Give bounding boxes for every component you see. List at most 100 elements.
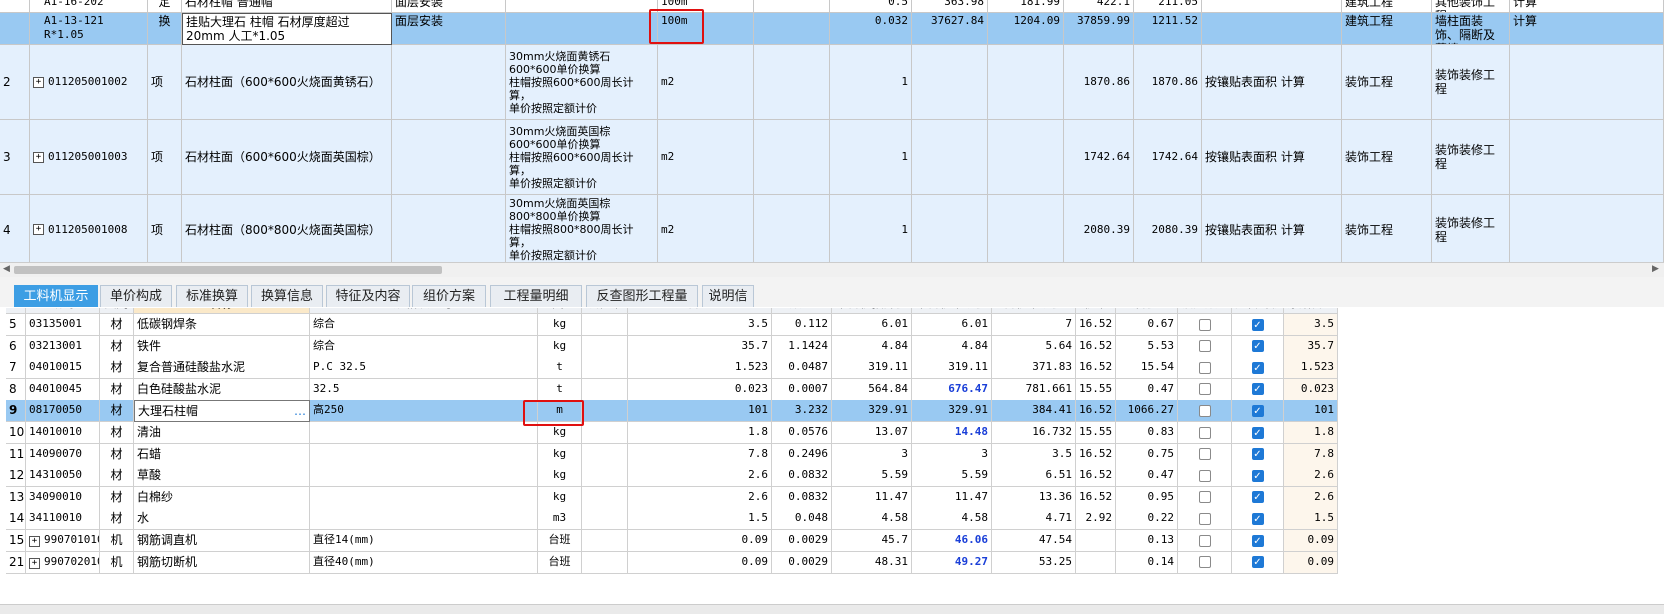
upper-cell-expr[interactable]: 按镶贴表面积 计算 <box>1202 120 1342 195</box>
cell-locked[interactable] <box>1178 443 1232 466</box>
cell-code[interactable]: +990702010 <box>26 551 100 574</box>
cell-loss[interactable] <box>582 422 628 444</box>
upper-cell-c4[interactable]: 1742.64 <box>1134 120 1202 195</box>
cell-pre[interactable]: 45.7 <box>832 530 912 552</box>
cell-locked[interactable] <box>1178 551 1232 574</box>
cell-cat[interactable]: 材 <box>100 378 134 401</box>
upper-cell-blank1[interactable] <box>754 120 830 195</box>
cell-content[interactable]: 0.09 <box>628 551 772 574</box>
upper-cell-unit[interactable]: 100m <box>658 0 754 13</box>
upper-cell-code[interactable]: A1-13-121 R*1.05 <box>30 13 148 45</box>
is-priced-checkbox[interactable]: ✓ <box>1251 448 1264 461</box>
cell-rate[interactable] <box>1076 530 1116 552</box>
upper-cell-c4[interactable]: 1211.52 <box>1134 13 1202 45</box>
upper-cell-qty[interactable]: 0.5 <box>830 0 912 13</box>
cell-orig[interactable]: 2.6 <box>1284 486 1338 509</box>
upper-cell-unit[interactable]: m2 <box>658 195 754 262</box>
expand-icon[interactable]: + <box>29 536 40 547</box>
cell-orig[interactable]: 0.023 <box>1284 378 1338 401</box>
upper-cell-blank1[interactable] <box>754 195 830 262</box>
is-priced-checkbox[interactable]: ✓ <box>1251 426 1264 439</box>
cell-qty[interactable]: 0.0832 <box>772 486 832 509</box>
cell-total[interactable]: 15.54 <box>1116 357 1178 380</box>
cell-qty[interactable]: 0.0576 <box>772 422 832 444</box>
lock-quantity-checkbox[interactable] <box>1198 318 1211 331</box>
cell-code[interactable]: 03135001 <box>26 314 100 336</box>
cell-total[interactable]: 0.47 <box>1116 378 1178 401</box>
cell-tax_mkt[interactable]: 7 <box>992 314 1076 336</box>
cell-spec[interactable]: 综合 <box>310 314 538 336</box>
is-priced-checkbox[interactable]: ✓ <box>1251 383 1264 396</box>
horizontal-scrollbar[interactable]: ◀ ▶ <box>0 262 1664 277</box>
is-priced-checkbox[interactable]: ✓ <box>1251 534 1264 547</box>
cell-rate[interactable]: 2.92 <box>1076 508 1116 531</box>
cell-orig[interactable]: 1.523 <box>1284 357 1338 380</box>
cell-rate[interactable]: 16.52 <box>1076 443 1116 466</box>
cell-unit[interactable]: 台班 <box>538 551 582 574</box>
scroll-right-icon[interactable]: ▶ <box>1652 264 1659 274</box>
upper-cell-major[interactable]: 装饰工程 <box>1342 195 1432 262</box>
upper-cell-unit[interactable]: m2 <box>658 45 754 120</box>
lock-quantity-checkbox[interactable] <box>1198 426 1211 439</box>
upper-cell-c3[interactable]: 1870.86 <box>1064 45 1134 120</box>
cell-name[interactable]: 白色硅酸盐水泥 <box>134 378 310 401</box>
cell-qty[interactable]: 0.0832 <box>772 465 832 488</box>
cell-orig[interactable]: 7.8 <box>1284 443 1338 466</box>
cell-tax_mkt[interactable]: 6.51 <box>992 465 1076 488</box>
cell-pre[interactable]: 13.07 <box>832 422 912 444</box>
upper-cell-c2[interactable]: 1204.09 <box>988 13 1064 45</box>
cell-loss[interactable] <box>582 486 628 509</box>
cell-code[interactable]: 34090010 <box>26 486 100 509</box>
cell-pre[interactable]: 5.59 <box>832 465 912 488</box>
cell-priced[interactable]: ✓ <box>1232 486 1284 509</box>
upper-cell-qty[interactable]: 1 <box>830 120 912 195</box>
cell-loss[interactable] <box>582 508 628 531</box>
expand-icon[interactable]: + <box>33 151 44 163</box>
cell-tax_mkt[interactable]: 53.25 <box>992 551 1076 574</box>
upper-cell-c2[interactable]: 181.99 <box>988 0 1064 13</box>
cell-priced[interactable]: ✓ <box>1232 551 1284 574</box>
upper-cell-calc[interactable]: 计算 <box>1510 0 1664 13</box>
cell-name[interactable]: 清油 <box>134 422 310 444</box>
cell-orig[interactable]: 101 <box>1284 400 1338 423</box>
ellipsis-icon[interactable]: … <box>294 401 306 421</box>
upper-cell-feature[interactable] <box>506 13 658 45</box>
upper-cell-blank1[interactable] <box>754 13 830 45</box>
cell-total[interactable]: 0.47 <box>1116 465 1178 488</box>
upper-cell-type[interactable]: 项 <box>148 195 182 262</box>
cell-loss[interactable] <box>582 357 628 380</box>
upper-cell-c3[interactable]: 1742.64 <box>1064 120 1134 195</box>
cell-spec[interactable]: 高250 <box>310 400 538 423</box>
cell-qty[interactable]: 0.0487 <box>772 357 832 380</box>
upper-cell-feature[interactable]: 30mm火烧面黄锈石 600*600单价换算 柱帽按照600*600周长计算， … <box>506 45 658 120</box>
cell-unit[interactable]: kg <box>538 443 582 466</box>
lock-quantity-checkbox[interactable] <box>1198 491 1211 504</box>
cell-tax_mkt[interactable]: 4.71 <box>992 508 1076 531</box>
upper-cell-work[interactable] <box>392 195 506 262</box>
cell-unit[interactable]: m3 <box>538 508 582 531</box>
upper-cell-feature[interactable]: 30mm火烧面英国棕 800*800单价换算 柱帽按照800*800周长计算， … <box>506 195 658 262</box>
cell-locked[interactable] <box>1178 335 1232 358</box>
upper-cell-work[interactable] <box>392 45 506 120</box>
cell-cat[interactable]: 材 <box>100 443 134 466</box>
cell-content[interactable]: 3.5 <box>628 314 772 336</box>
cell-locked[interactable] <box>1178 422 1232 444</box>
cell-content[interactable]: 35.7 <box>628 335 772 358</box>
cell-spec[interactable]: 直径40(mm) <box>310 551 538 574</box>
tab-7[interactable]: 工程量明细 <box>490 285 582 307</box>
upper-cell-code[interactable]: +011205001008 <box>30 195 148 262</box>
cell-pre[interactable]: 48.31 <box>832 551 912 574</box>
cell-qty[interactable]: 1.1424 <box>772 335 832 358</box>
cell-loss[interactable] <box>582 335 628 358</box>
cell-name[interactable]: 白棉纱 <box>134 486 310 509</box>
cell-locked[interactable] <box>1178 400 1232 423</box>
cell-qty[interactable]: 3.232 <box>772 400 832 423</box>
cell-mkt[interactable]: 329.91 <box>912 400 992 423</box>
cell-orig[interactable]: 1.5 <box>1284 508 1338 531</box>
cell-content[interactable]: 101 <box>628 400 772 423</box>
cell-spec[interactable]: 32.5 <box>310 378 538 401</box>
cell-tax_mkt[interactable]: 16.732 <box>992 422 1076 444</box>
cell-spec[interactable] <box>310 422 538 444</box>
cell-total[interactable]: 0.75 <box>1116 443 1178 466</box>
cell-pre[interactable]: 3 <box>832 443 912 466</box>
